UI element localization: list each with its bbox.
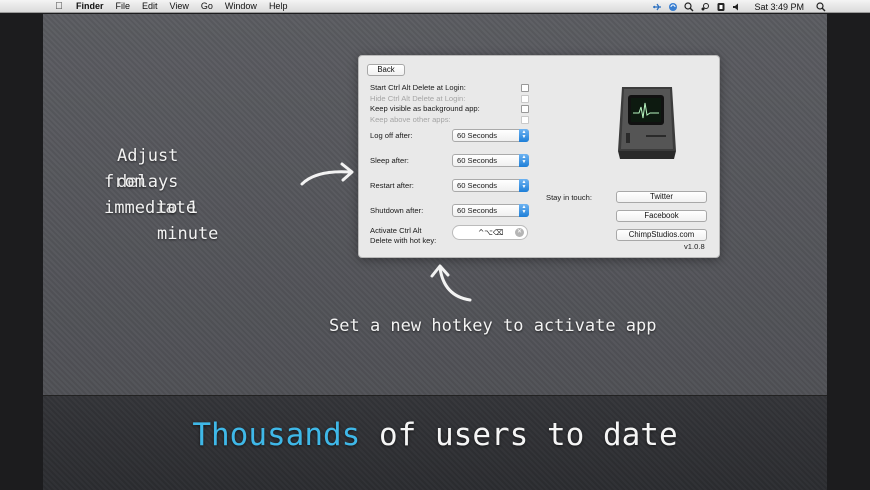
clear-hotkey-icon[interactable]: ✕ (515, 228, 524, 237)
keep-above-row: Keep above other apps: (370, 115, 530, 125)
keep-visible-label: Keep visible as background app: (370, 104, 480, 113)
shutdown-value: 60 Seconds (457, 206, 498, 215)
log-off-select[interactable]: 60 Seconds ▲ ▼ (452, 129, 529, 142)
shutdown-row: Shutdown after: 60 Seconds ▲ ▼ (370, 204, 530, 218)
stepper-arrows-icon: ▲ ▼ (519, 154, 529, 167)
hotkey-annotation: Set a new hotkey to activate app (329, 316, 657, 336)
log-off-row: Log off after: 60 Seconds ▲ ▼ (370, 129, 530, 143)
keep-visible-row: Keep visible as background app: (370, 104, 530, 114)
classic-mac-icon (618, 87, 676, 159)
arrow-up-icon (430, 264, 472, 302)
restart-row: Restart after: 60 Seconds ▲ ▼ (370, 179, 530, 193)
stepper-arrows-icon: ▲ ▼ (519, 204, 529, 217)
stepper-arrows-icon: ▲ ▼ (519, 129, 529, 142)
menu-view[interactable]: View (170, 0, 189, 13)
start-at-login-row: Start Ctrl Alt Delete at Login: (370, 83, 530, 93)
hide-at-login-label: Hide Ctrl Alt Delete at Login: (370, 94, 466, 103)
search-app-icon[interactable] (684, 1, 694, 12)
log-off-label: Log off after: (370, 131, 413, 140)
menu-help[interactable]: Help (269, 0, 288, 13)
delay-annotation-line-3: to 1 minute (157, 198, 219, 244)
start-at-login-label: Start Ctrl Alt Delete at Login: (370, 83, 466, 92)
sleep-label: Sleep after: (370, 156, 409, 165)
restart-select[interactable]: 60 Seconds ▲ ▼ (452, 179, 529, 192)
sync-icon[interactable] (668, 2, 678, 12)
hotkey-value: ^⌥⌫ (478, 228, 504, 237)
menu-clock[interactable]: Sat 3:49 PM (754, 2, 804, 12)
log-off-value: 60 Seconds (457, 131, 498, 140)
start-at-login-checkbox[interactable] (521, 84, 529, 92)
shield-icon[interactable] (716, 2, 726, 12)
menu-window[interactable]: Window (225, 0, 257, 13)
app-settings-panel: Back Start Ctrl Alt Delete at Login: Hid… (358, 55, 720, 258)
right-gutter (827, 14, 870, 490)
left-gutter (0, 14, 43, 490)
chimpstudios-button[interactable]: ChimpStudios.com (616, 229, 707, 241)
shutdown-select[interactable]: 60 Seconds ▲ ▼ (452, 204, 529, 217)
tagline-rest: of users to date (360, 417, 678, 453)
menu-file[interactable]: File (116, 0, 131, 13)
airplane-icon[interactable] (652, 2, 662, 12)
arrow-right-icon (300, 162, 354, 186)
steam-icon[interactable] (700, 2, 710, 12)
keep-visible-checkbox[interactable] (521, 105, 529, 113)
menu-bar:  Finder File Edit View Go Window Help S… (0, 0, 870, 13)
sleep-select[interactable]: 60 Seconds ▲ ▼ (452, 154, 529, 167)
twitter-button[interactable]: Twitter (616, 191, 707, 203)
keep-above-checkbox[interactable] (521, 116, 529, 124)
sleep-row: Sleep after: 60 Seconds ▲ ▼ (370, 154, 530, 168)
menu-go[interactable]: Go (201, 0, 213, 13)
hotkey-field[interactable]: ^⌥⌫ ✕ (452, 225, 528, 240)
back-button[interactable]: Back (367, 64, 405, 76)
spotlight-icon[interactable] (816, 1, 826, 12)
menu-edit[interactable]: Edit (142, 0, 158, 13)
stepper-arrows-icon: ▲ ▼ (519, 179, 529, 192)
hide-at-login-checkbox[interactable] (521, 95, 529, 103)
shutdown-label: Shutdown after: (370, 206, 424, 215)
facebook-button[interactable]: Facebook (616, 210, 707, 222)
restart-value: 60 Seconds (457, 181, 498, 190)
menu-app-finder[interactable]: Finder (76, 0, 104, 13)
status-area: Sat 3:49 PM (652, 0, 826, 13)
apple-menu-icon[interactable]:  (53, 1, 65, 12)
hide-at-login-row: Hide Ctrl Alt Delete at Login: (370, 94, 530, 104)
stay-in-touch-label: Stay in touch: (546, 193, 593, 202)
tagline: Thousands of users to date (43, 417, 827, 453)
volume-icon[interactable] (732, 2, 742, 12)
version-label: v1.0.8 (684, 242, 705, 251)
restart-label: Restart after: (370, 181, 414, 190)
keep-above-label: Keep above other apps: (370, 115, 451, 124)
tagline-highlight: Thousands (192, 417, 361, 453)
sleep-value: 60 Seconds (457, 156, 498, 165)
hotkey-label: Activate Ctrl Alt Delete with hot key: (370, 226, 437, 245)
